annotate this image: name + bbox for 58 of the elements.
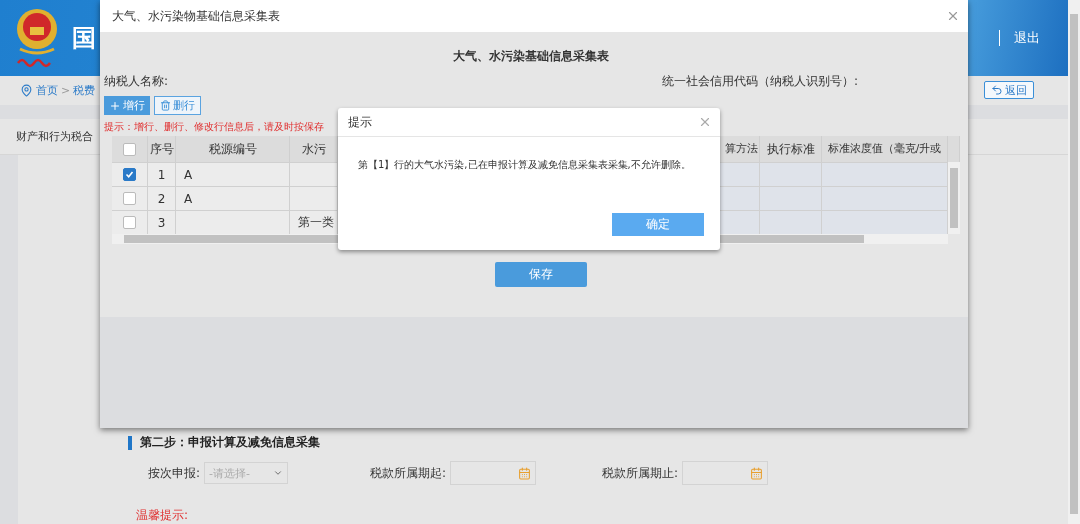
table-cell: 3 [148, 210, 176, 234]
close-icon[interactable] [946, 9, 960, 23]
checkbox[interactable] [123, 216, 136, 229]
date-field[interactable] [450, 461, 537, 485]
checkbox[interactable] [123, 168, 136, 181]
site-title: 国 [72, 22, 96, 54]
field-label: 税款所属期止: [602, 464, 679, 482]
notice-label: 温馨提示: [136, 507, 190, 524]
date-field[interactable] [682, 461, 769, 485]
close-icon[interactable] [698, 115, 712, 129]
table-cell [760, 210, 822, 234]
vertical-scrollbar[interactable] [948, 162, 960, 234]
logout-link[interactable]: 退出 [1014, 28, 1040, 47]
taxpayer-label: 纳税人名称: [104, 73, 169, 90]
column-header: 税源编号 [176, 136, 290, 162]
nav-tab[interactable]: 财产和行为税合 [16, 129, 93, 145]
breadcrumb-link[interactable]: 首页 [36, 82, 58, 98]
field-label: 税款所属期起: [370, 464, 447, 482]
table-cell [290, 162, 338, 186]
form-heading: 大气、水污染基础信息采集表 [452, 48, 610, 65]
calendar-icon [750, 466, 764, 480]
table-cell: 1 [148, 162, 176, 186]
page-scrollbar[interactable] [1068, 0, 1080, 524]
checkmark-icon [125, 170, 134, 179]
caret-icon [273, 468, 284, 478]
location-icon [20, 83, 33, 97]
checkbox[interactable] [123, 142, 136, 156]
column-header: 水污 [290, 136, 338, 162]
ok-button[interactable]: 确定 [612, 213, 704, 236]
add-row-button[interactable]: 增行 [104, 96, 150, 115]
alert-message: 第【1】行的大气水污染,已在申报计算及减免信息采集表采集,不允许删除。 [358, 158, 692, 172]
calendar-icon [518, 466, 532, 480]
step-title: 第二步：申报计算及减免信息采集 [140, 434, 320, 451]
column-header: 标准浓度值（毫克/升或 [822, 136, 948, 162]
table-cell: A [176, 162, 290, 186]
breadcrumb-separator: > [61, 83, 71, 97]
column-header: 序号 [148, 136, 176, 162]
delete-row-button[interactable]: 删行 [154, 96, 201, 115]
trash-icon [160, 100, 171, 111]
return-arrow-icon [991, 84, 1003, 97]
table-cell: 第一类 [290, 210, 338, 234]
checkbox[interactable] [123, 192, 136, 205]
table-cell [760, 186, 822, 210]
table-cell: A [176, 186, 290, 210]
hint-text: 提示：增行、删行、修改行信息后，请及时按保存 [104, 120, 324, 134]
alert-title: 提示 [348, 113, 372, 131]
table-cell: 2 [148, 186, 176, 210]
table-cell [290, 186, 338, 210]
back-button[interactable]: 返回 [984, 81, 1034, 100]
credit-code-label: 统一社会信用代码（纳税人识别号）: [661, 73, 858, 90]
plus-icon [109, 99, 121, 112]
breadcrumb-link[interactable]: 税费 [73, 82, 96, 98]
column-header [948, 136, 960, 162]
field-label: 按次申报: [148, 464, 201, 482]
table-cell [760, 162, 822, 186]
save-button[interactable]: 保存 [495, 262, 587, 287]
dialog-title: 大气、水污染物基础信息采集表 [112, 7, 280, 25]
column-header: 执行标准 [760, 136, 822, 162]
